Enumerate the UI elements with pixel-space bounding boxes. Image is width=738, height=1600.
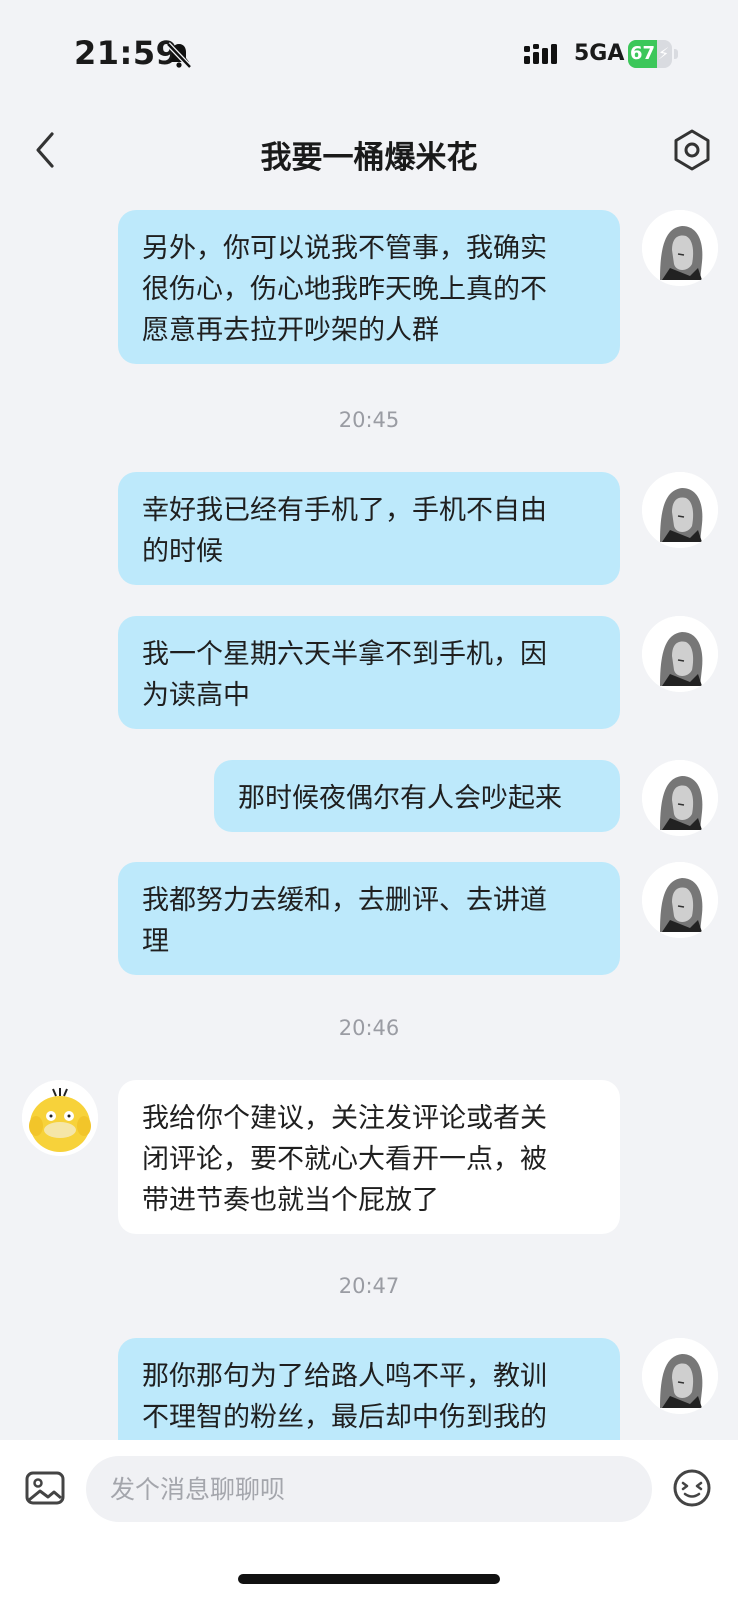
message-input[interactable] (86, 1456, 652, 1522)
message-line: 不理智的粉丝，最后却中伤到我的 (142, 1402, 547, 1433)
message-line: 另外，你可以说我不管事，我确实 (142, 233, 547, 264)
message-line: 的时候 (142, 536, 223, 567)
message-line: 我给你个建议，关注发评论或者关 (142, 1103, 547, 1134)
chat-title: 我要一桶爆米花 (260, 140, 478, 176)
message-bubble-outgoing[interactable]: 那你那句为了给路人鸣不平，教训 不理智的粉丝，最后却中伤到我的 (118, 1338, 620, 1440)
my-avatar[interactable] (642, 472, 718, 548)
settings-button[interactable] (670, 128, 714, 172)
message-list[interactable]: 另外，你可以说我不管事，我确实 很伤心，伤心地我昨天晚上真的不 愿意再去拉开吵架… (0, 200, 738, 1440)
timestamp: 20:45 (338, 408, 400, 432)
contact-avatar[interactable] (22, 1080, 98, 1156)
chat-header: 我要一桶爆米花 (0, 112, 738, 192)
message-line: 那时候夜偶尔有人会吵起来 (238, 783, 562, 814)
status-bar: 21:59 5GA 67 ⚡ (0, 0, 738, 100)
message-line: 我都努力去缓和，去删评、去讲道 (142, 885, 547, 916)
message-line: 闭评论，要不就心大看开一点，被 (142, 1144, 547, 1175)
bolt-icon: ⚡ (658, 44, 670, 63)
battery-level: 67 (630, 43, 656, 64)
message-line: 幸好我已经有手机了，手机不自由 (142, 495, 547, 526)
my-avatar[interactable] (642, 1338, 718, 1414)
bell-slash-icon (166, 42, 192, 69)
image-icon[interactable] (24, 1468, 66, 1508)
my-avatar[interactable] (642, 760, 718, 836)
home-indicator[interactable] (238, 1574, 500, 1584)
status-time: 21:59 (74, 34, 179, 72)
message-line: 那你那句为了给路人鸣不平，教训 (142, 1361, 547, 1392)
signal-icon (524, 44, 557, 64)
message-bubble-outgoing[interactable]: 我一个星期六天半拿不到手机，因 为读高中 (118, 616, 620, 729)
my-avatar[interactable] (642, 616, 718, 692)
battery-charging-icon: 67 ⚡ (628, 40, 678, 68)
message-line: 为读高中 (142, 680, 250, 711)
message-line: 很伤心，伤心地我昨天晚上真的不 (142, 274, 547, 305)
my-avatar[interactable] (642, 210, 718, 286)
timestamp: 20:46 (338, 1016, 400, 1040)
message-line: 带进节奏也就当个屁放了 (142, 1185, 439, 1216)
emoji-face-icon[interactable] (672, 1468, 712, 1508)
network-type: 5GA (574, 41, 625, 66)
message-bubble-outgoing[interactable]: 那时候夜偶尔有人会吵起来 (214, 760, 620, 832)
message-line: 愿意再去拉开吵架的人群 (142, 315, 439, 346)
message-line: 我一个星期六天半拿不到手机，因 (142, 639, 547, 670)
timestamp: 20:47 (338, 1274, 400, 1298)
message-bubble-outgoing[interactable]: 另外，你可以说我不管事，我确实 很伤心，伤心地我昨天晚上真的不 愿意再去拉开吵架… (118, 210, 620, 364)
message-bubble-incoming[interactable]: 我给你个建议，关注发评论或者关 闭评论，要不就心大看开一点，被 带进节奏也就当个… (118, 1080, 620, 1234)
message-bubble-outgoing[interactable]: 我都努力去缓和，去删评、去讲道 理 (118, 862, 620, 975)
message-bubble-outgoing[interactable]: 幸好我已经有手机了，手机不自由 的时候 (118, 472, 620, 585)
message-line: 理 (142, 926, 169, 957)
my-avatar[interactable] (642, 862, 718, 938)
